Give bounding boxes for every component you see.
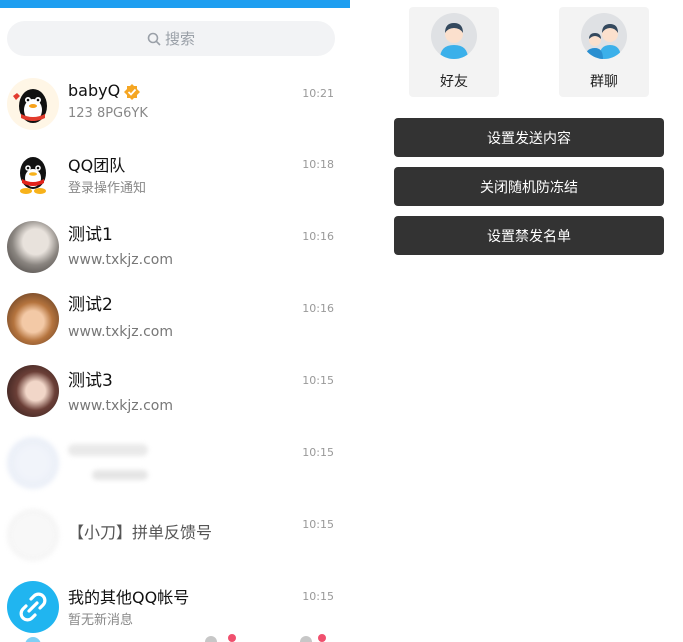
- chat-name: babyQ: [68, 81, 141, 101]
- chat-item-feedback[interactable]: 【小刀】拼单反馈号 10:15: [0, 500, 350, 572]
- chat-time: 10:15: [302, 518, 334, 531]
- chat-preview: 123 8PG6YK: [68, 106, 148, 121]
- chat-preview: www.txkjz.com: [68, 398, 173, 414]
- chat-preview: 登录操作通知: [68, 181, 147, 196]
- verified-badge-icon: [124, 83, 141, 100]
- chat-name: QQ团队: [68, 156, 126, 175]
- chat-item-test1[interactable]: 测试1 www.txkjz.com 10:16: [0, 212, 350, 284]
- avatar-link: [7, 581, 59, 633]
- tile-label: 群聊: [590, 74, 618, 90]
- chat-item-blurred[interactable]: 10:15: [0, 428, 350, 500]
- chat-name: 测试1: [68, 225, 113, 245]
- avatar-penguin: [7, 78, 59, 130]
- chat-preview: www.txkjz.com: [68, 324, 173, 340]
- search-bar[interactable]: 搜索: [7, 21, 335, 56]
- disable-random-anti-freeze-button[interactable]: 关闭随机防冻结: [394, 167, 664, 206]
- chat-name: 【小刀】拼单反馈号: [68, 523, 213, 542]
- search-placeholder: 搜索: [164, 30, 195, 48]
- chat-item-test2[interactable]: 测试2 www.txkjz.com 10:16: [0, 284, 350, 356]
- search-icon: [147, 32, 161, 46]
- settings-panel: 好友 群聊 设置发送内容 关闭随机防冻结 设置禁发名单: [350, 0, 683, 642]
- avatar-photo: [7, 293, 59, 345]
- avatar-photo: [7, 221, 59, 273]
- set-blocklist-button[interactable]: 设置禁发名单: [394, 216, 664, 255]
- avatar-qq-logo: [7, 149, 59, 201]
- chat-list-pane: 搜索 babyQ 123 8PG6YK 10:21 QQ团队 登录操作通知 10…: [0, 0, 350, 642]
- set-send-content-button[interactable]: 设置发送内容: [394, 118, 664, 157]
- status-bar: [0, 0, 350, 8]
- tile-label: 好友: [440, 74, 468, 90]
- chat-item-qq-team[interactable]: QQ团队 登录操作通知 10:18: [0, 140, 350, 212]
- tile-group-chat[interactable]: 群聊: [559, 7, 649, 97]
- chat-item-test3[interactable]: 测试3 www.txkjz.com 10:15: [0, 356, 350, 428]
- chat-time: 10:18: [302, 158, 334, 171]
- chat-name: 测试2: [68, 295, 113, 315]
- chat-time: 10:16: [302, 302, 334, 315]
- chat-preview: 暂无新消息: [68, 613, 134, 628]
- chat-time: 10:15: [302, 446, 334, 459]
- chat-time: 10:21: [302, 87, 334, 100]
- avatar-photo: [7, 365, 59, 417]
- link-icon: [19, 592, 47, 622]
- chat-preview: www.txkjz.com: [68, 252, 173, 268]
- redacted-preview: [92, 470, 148, 480]
- chat-time: 10:16: [302, 230, 334, 243]
- chat-name: 测试3: [68, 371, 113, 391]
- avatar-photo: [7, 509, 59, 561]
- bottom-tab-bar: [0, 632, 350, 642]
- avatar-photo: [7, 437, 59, 489]
- chat-time: 10:15: [302, 374, 334, 387]
- group-icon: [581, 13, 627, 59]
- chat-item-babyq[interactable]: babyQ 123 8PG6YK 10:21: [0, 69, 350, 141]
- chat-name: 我的其他QQ帐号: [68, 588, 190, 607]
- redacted-name: [68, 444, 148, 456]
- chat-time: 10:15: [302, 590, 334, 603]
- tile-friends[interactable]: 好友: [409, 7, 499, 97]
- person-icon: [431, 13, 477, 59]
